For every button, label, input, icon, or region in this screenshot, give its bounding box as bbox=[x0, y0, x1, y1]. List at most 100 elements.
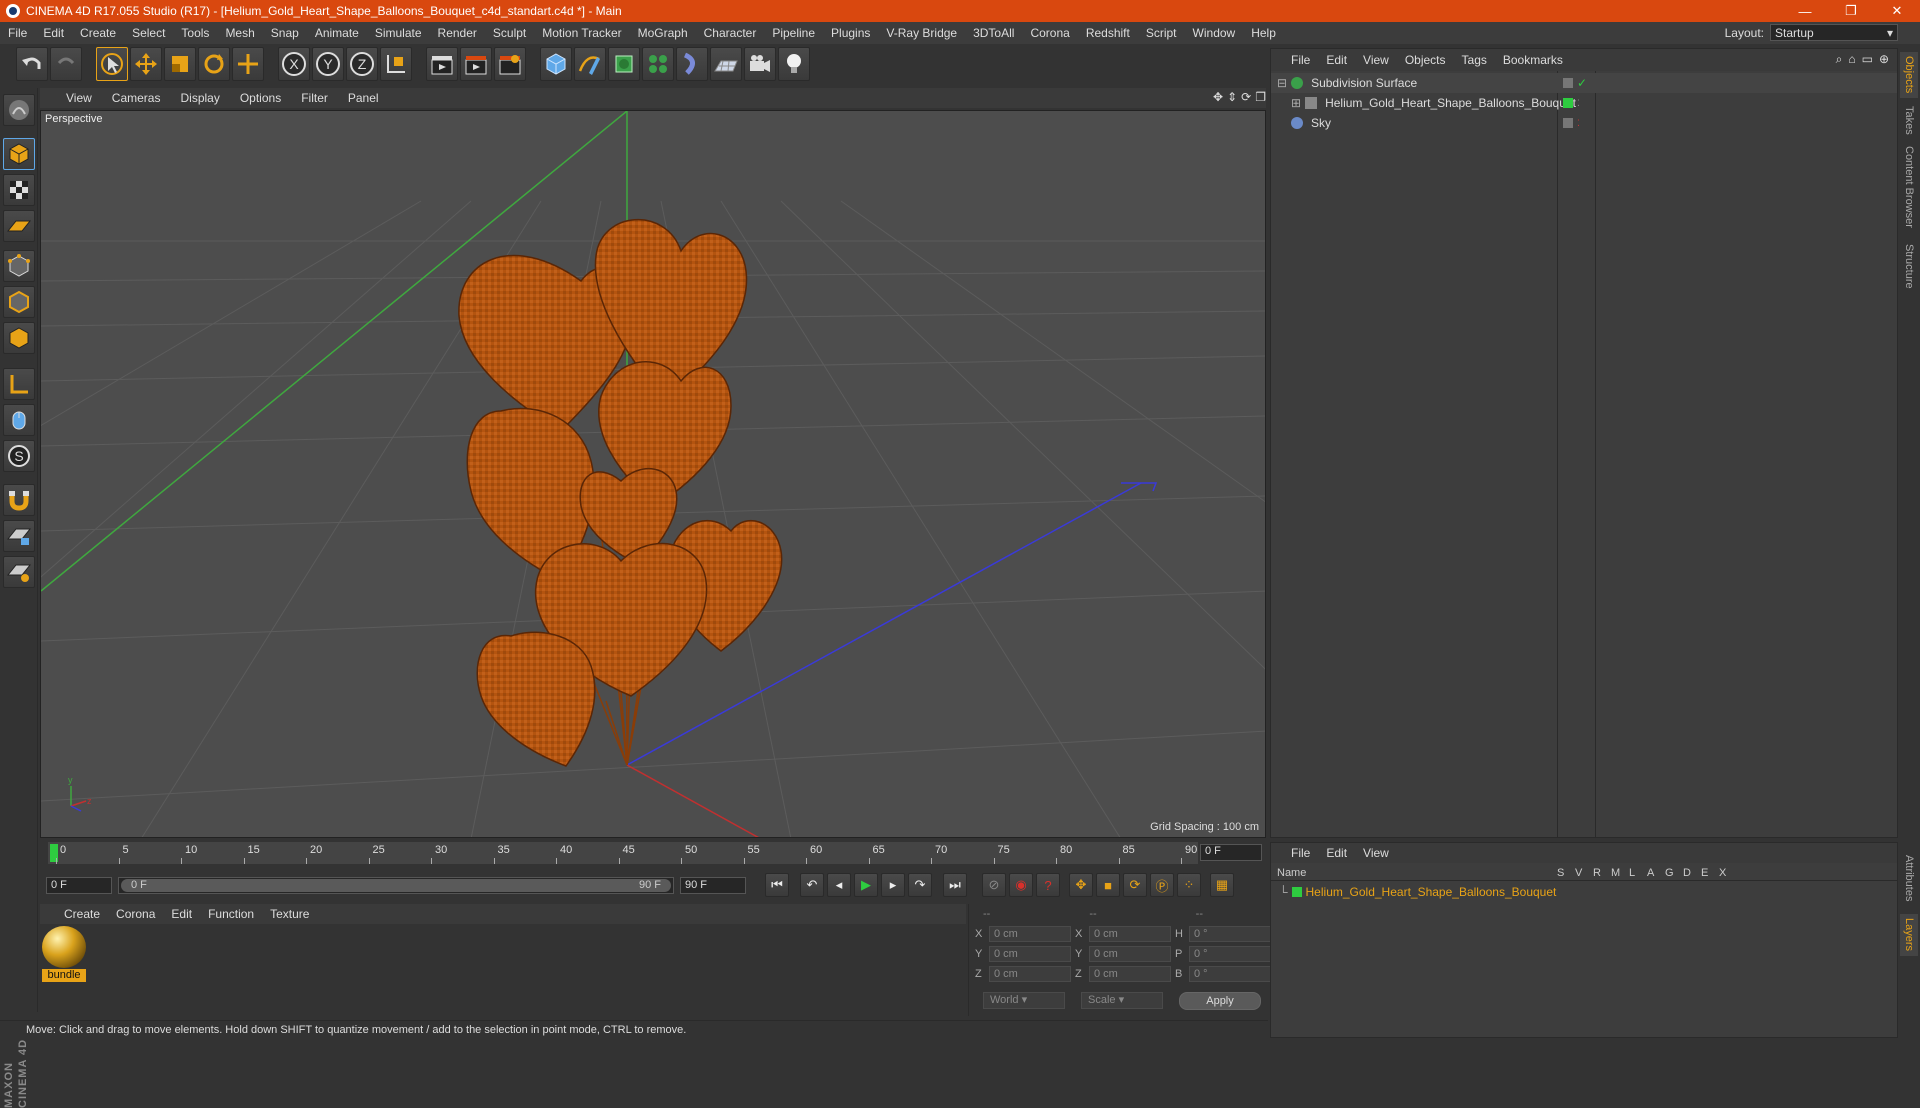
layout-dropdown[interactable]: Startup ▾ bbox=[1770, 24, 1898, 41]
viewport-menu-filter[interactable]: Filter bbox=[291, 91, 338, 105]
menu-mesh[interactable]: Mesh bbox=[217, 26, 262, 40]
dolly-icon[interactable]: ⇕ bbox=[1227, 90, 1237, 104]
position-y-field[interactable]: 0 cm bbox=[989, 946, 1071, 962]
size-z-field[interactable]: 0 cm bbox=[1089, 966, 1171, 982]
rotation-b-field[interactable]: 0 ° bbox=[1189, 966, 1271, 982]
menu-file[interactable]: File bbox=[0, 26, 35, 40]
move-tool-button[interactable] bbox=[130, 47, 162, 81]
menu-mograph[interactable]: MoGraph bbox=[630, 26, 696, 40]
layer-menu-file[interactable]: File bbox=[1283, 846, 1318, 860]
snap-button[interactable] bbox=[3, 484, 35, 516]
coordinate-system-button[interactable] bbox=[380, 47, 412, 81]
new-view-icon[interactable]: ▭ bbox=[1862, 52, 1873, 67]
object-row-subdivision[interactable]: ⊟ Subdivision Surface ✓ bbox=[1271, 73, 1897, 93]
previous-key-button[interactable]: ↶ bbox=[800, 873, 824, 897]
axis-mode-button[interactable] bbox=[3, 368, 35, 400]
keyframe-selection-button[interactable]: ? bbox=[1036, 873, 1060, 897]
key-pla-button[interactable]: ⁘ bbox=[1177, 873, 1201, 897]
key-position-button[interactable]: ✥ bbox=[1069, 873, 1093, 897]
floor-button[interactable] bbox=[710, 47, 742, 81]
viewport-perspective[interactable]: y z Perspective Grid Spacing : 100 cm bbox=[40, 110, 1266, 838]
rotation-p-field[interactable]: 0 ° bbox=[1189, 946, 1271, 962]
menu-simulate[interactable]: Simulate bbox=[367, 26, 430, 40]
menu-window[interactable]: Window bbox=[1185, 26, 1244, 40]
planar-workplane-button[interactable] bbox=[3, 556, 35, 588]
cube-primitive-button[interactable] bbox=[540, 47, 572, 81]
search-icon[interactable]: ⌕ bbox=[1836, 52, 1843, 67]
menu-character[interactable]: Character bbox=[696, 26, 765, 40]
go-to-start-button[interactable]: ⏮ bbox=[765, 873, 789, 897]
layer-column-d[interactable]: D bbox=[1683, 867, 1701, 879]
current-frame-field[interactable]: 0 F bbox=[1200, 844, 1262, 861]
menu-redshift[interactable]: Redshift bbox=[1078, 26, 1138, 40]
layer-column-r[interactable]: R bbox=[1593, 867, 1611, 879]
polygons-mode-button[interactable] bbox=[3, 322, 35, 354]
solo-button[interactable]: S bbox=[3, 440, 35, 472]
apply-button[interactable]: Apply bbox=[1179, 992, 1261, 1010]
coordinate-space-dropdown[interactable]: World ▾ bbox=[983, 992, 1065, 1009]
material-menu-create[interactable]: Create bbox=[56, 907, 108, 921]
menu-v-ray-bridge[interactable]: V-Ray Bridge bbox=[878, 26, 965, 40]
expand-icon[interactable]: ⊕ bbox=[1879, 52, 1889, 67]
material-menu-edit[interactable]: Edit bbox=[163, 907, 200, 921]
layer-column-x[interactable]: X bbox=[1719, 867, 1737, 879]
layer-column-e[interactable]: E bbox=[1701, 867, 1719, 879]
material-menu-corona[interactable]: Corona bbox=[108, 907, 163, 921]
workplane-button[interactable] bbox=[3, 210, 35, 242]
tab-objects[interactable]: Objects bbox=[1900, 52, 1918, 98]
close-button[interactable]: ✕ bbox=[1874, 0, 1920, 22]
layer-column-v[interactable]: V bbox=[1575, 867, 1593, 879]
menu-tools[interactable]: Tools bbox=[173, 26, 217, 40]
menu-snap[interactable]: Snap bbox=[263, 26, 307, 40]
layer-column-s[interactable]: S bbox=[1557, 867, 1575, 879]
key-rotation-button[interactable]: ⟳ bbox=[1123, 873, 1147, 897]
layer-column-m[interactable]: M bbox=[1611, 867, 1629, 879]
visibility-dots-icon[interactable]: ⁚ bbox=[1577, 118, 1580, 129]
viewport-menu-options[interactable]: Options bbox=[230, 91, 291, 105]
deformer-button[interactable] bbox=[676, 47, 708, 81]
menu-3dtoall[interactable]: 3DToAll bbox=[965, 26, 1022, 40]
pen-spline-button[interactable] bbox=[574, 47, 606, 81]
layer-tag-icon[interactable] bbox=[1563, 78, 1573, 88]
viewport-menu-cameras[interactable]: Cameras bbox=[102, 91, 171, 105]
viewport-menu-view[interactable]: View bbox=[56, 91, 102, 105]
menu-edit[interactable]: Edit bbox=[35, 26, 72, 40]
material-menu-function[interactable]: Function bbox=[200, 907, 262, 921]
home-icon[interactable]: ⌂ bbox=[1848, 52, 1855, 67]
timeline[interactable]: 0 5 10 15 20 25 30 35 40 45 50 55 60 65 70 75 80 85 90 0 F bbox=[40, 840, 1266, 866]
menu-help[interactable]: Help bbox=[1243, 26, 1284, 40]
size-y-field[interactable]: 0 cm bbox=[1089, 946, 1171, 962]
orbit-icon[interactable]: ⟳ bbox=[1241, 90, 1251, 104]
tab-layers[interactable]: Layers bbox=[1900, 914, 1918, 956]
points-mode-button[interactable] bbox=[3, 250, 35, 282]
live-selection-button[interactable] bbox=[96, 47, 128, 81]
object-menu-tags[interactable]: Tags bbox=[1454, 53, 1495, 67]
x-axis-button[interactable]: X bbox=[278, 47, 310, 81]
menu-script[interactable]: Script bbox=[1138, 26, 1185, 40]
menu-render[interactable]: Render bbox=[430, 26, 485, 40]
range-slider[interactable]: 0 F 90 F bbox=[118, 876, 674, 894]
menu-sculpt[interactable]: Sculpt bbox=[485, 26, 534, 40]
object-menu-file[interactable]: File bbox=[1283, 53, 1318, 67]
object-menu-objects[interactable]: Objects bbox=[1397, 53, 1454, 67]
object-row-sky[interactable]: Sky ⁚ bbox=[1271, 113, 1897, 133]
restore-button[interactable]: ❐ bbox=[1828, 0, 1874, 22]
menu-plugins[interactable]: Plugins bbox=[823, 26, 878, 40]
object-menu-bookmarks[interactable]: Bookmarks bbox=[1495, 53, 1571, 67]
transform-tool-button[interactable] bbox=[232, 47, 264, 81]
visibility-dots-icon[interactable]: ⁚ bbox=[1577, 98, 1580, 109]
layer-color-icon[interactable] bbox=[1291, 887, 1302, 897]
expand-tree-icon[interactable]: ⊞ bbox=[1291, 96, 1301, 110]
camera-button[interactable] bbox=[744, 47, 776, 81]
position-x-field[interactable]: 0 cm bbox=[989, 926, 1071, 942]
autokey-button[interactable]: ◉ bbox=[1009, 873, 1033, 897]
object-menu-view[interactable]: View bbox=[1355, 53, 1397, 67]
rotation-h-field[interactable]: 0 ° bbox=[1189, 926, 1271, 942]
y-axis-button[interactable]: Y bbox=[312, 47, 344, 81]
render-settings-button[interactable] bbox=[494, 47, 526, 81]
key-scale-button[interactable]: ■ bbox=[1096, 873, 1120, 897]
edges-mode-button[interactable] bbox=[3, 286, 35, 318]
tab-takes[interactable]: Takes bbox=[1900, 104, 1918, 136]
material-bundle[interactable]: bundle bbox=[42, 926, 86, 982]
viewport-menu-display[interactable]: Display bbox=[170, 91, 229, 105]
